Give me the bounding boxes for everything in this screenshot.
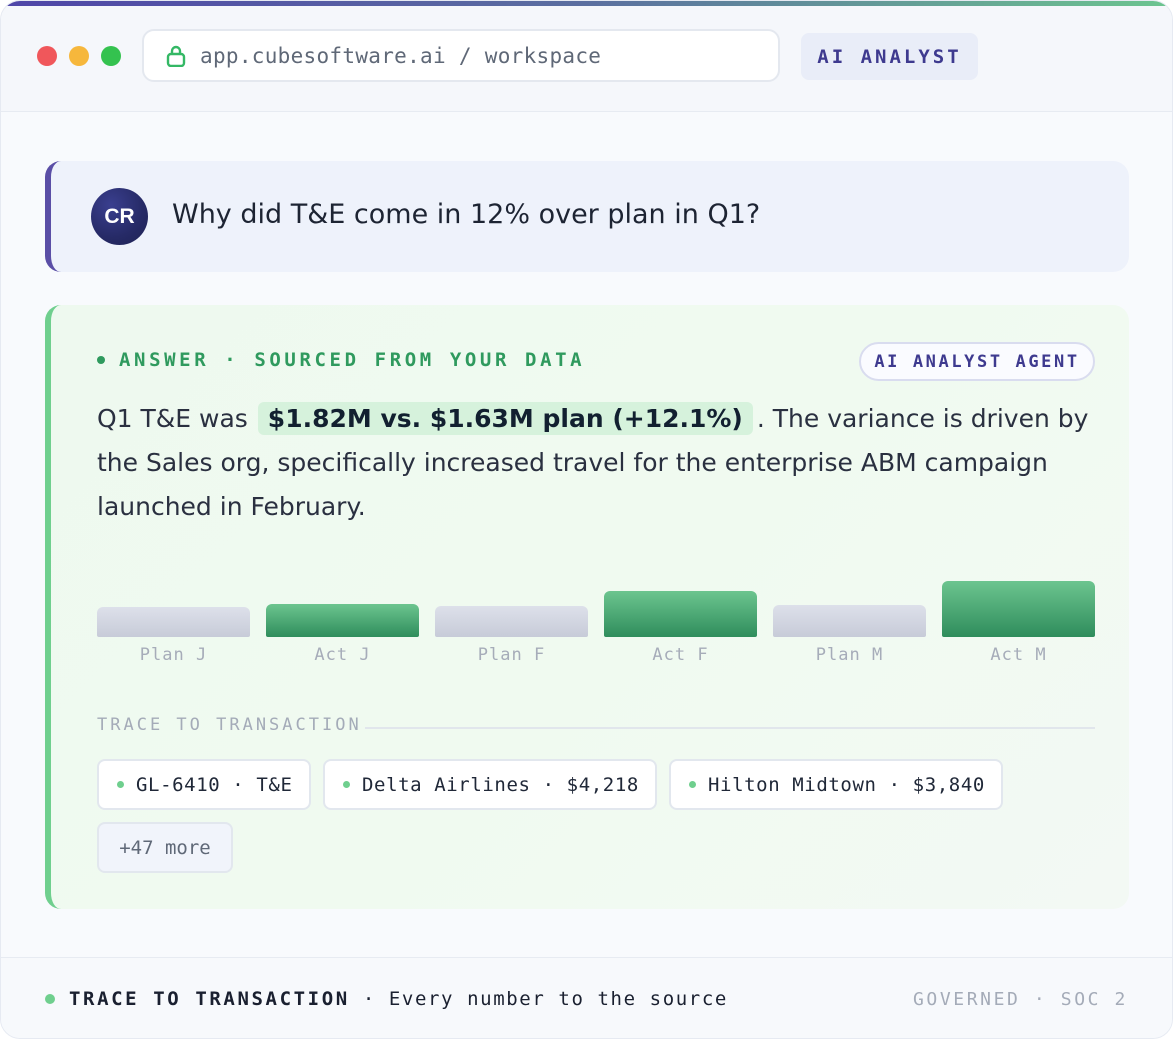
trace-divider — [365, 727, 1095, 729]
chart-bar-act-m — [942, 581, 1095, 637]
answer-text-before: Q1 T&E was — [97, 404, 248, 433]
chart-tick-label: Plan F — [477, 645, 546, 665]
minimize-window-button[interactable] — [69, 46, 89, 66]
chart-tick-label: Plan J — [139, 645, 208, 665]
compliance-label: GOVERNED · SOC 2 — [913, 989, 1128, 1010]
lock-icon — [166, 45, 186, 67]
ai-analyst-badge[interactable]: AI ANALYST — [801, 33, 978, 80]
chart-bar-column — [435, 581, 588, 637]
url-text: app.cubesoftware.ai / workspace — [200, 43, 602, 68]
chart-bar-column — [97, 581, 250, 637]
maximize-window-button[interactable] — [101, 46, 121, 66]
chart-bar-plan-m — [773, 605, 926, 637]
chip-label: GL-6410 · T&E — [136, 773, 293, 796]
chart-bar-plan-j — [97, 607, 250, 637]
plan-vs-actual-chart: Plan J Act J Plan F Act F Plan M Act M — [97, 565, 1095, 675]
chart-tick-label: Plan M — [815, 645, 884, 665]
footer-tagline-rest: · Every number to the source — [349, 988, 728, 1010]
app-window: app.cubesoftware.ai / workspace AI ANALY… — [0, 0, 1173, 1039]
chart-bar-column — [942, 581, 1095, 637]
status-dot-icon — [97, 356, 105, 364]
chart-bar-column — [266, 581, 419, 637]
chart-tick-label: Act M — [990, 645, 1047, 665]
footer-tagline-strong: TRACE TO TRANSACTION — [69, 988, 350, 1010]
trace-heading: TRACE TO TRANSACTION — [97, 715, 362, 735]
footer-dot-icon — [45, 994, 55, 1004]
question-text: Why did T&E come in 12% over plan in Q1? — [172, 199, 761, 230]
title-bar: app.cubesoftware.ai / workspace AI ANALY… — [1, 6, 1172, 112]
answer-label: ANSWER · SOURCED FROM YOUR DATA — [97, 349, 585, 371]
answer-label-text: ANSWER · SOURCED FROM YOUR DATA — [119, 349, 586, 371]
avatar: CR — [91, 188, 148, 245]
chart-bar-plan-f — [435, 606, 588, 637]
close-window-button[interactable] — [37, 46, 57, 66]
chart-tick-label: Act J — [314, 645, 371, 665]
chart-tick-label: Act F — [652, 645, 709, 665]
chart-bar-act-j — [266, 604, 419, 637]
chart-bar-column — [604, 581, 757, 637]
answer-highlight: $1.82M vs. $1.63M plan (+12.1%) — [257, 402, 753, 435]
trace-chip-delta-airlines[interactable]: Delta Airlines · $4,218 — [323, 759, 657, 810]
chip-label: Delta Airlines · $4,218 — [362, 773, 639, 796]
trace-chip-hilton-midtown[interactable]: Hilton Midtown · $3,840 — [669, 759, 1003, 810]
chip-label: Hilton Midtown · $3,840 — [708, 773, 985, 796]
chip-dot-icon — [343, 781, 350, 788]
chip-dot-icon — [117, 781, 124, 788]
chip-dot-icon — [689, 781, 696, 788]
chart-bar-column — [773, 581, 926, 637]
user-question-card: CR Why did T&E come in 12% over plan in … — [45, 161, 1129, 272]
footer-tagline: TRACE TO TRANSACTION · Every number to t… — [45, 988, 728, 1010]
agent-badge: AI ANALYST AGENT — [859, 342, 1095, 381]
more-transactions-button[interactable]: +47 more — [97, 822, 233, 873]
answer-card: ANSWER · SOURCED FROM YOUR DATA AI ANALY… — [45, 305, 1129, 909]
address-bar[interactable]: app.cubesoftware.ai / workspace — [142, 29, 780, 82]
footer: TRACE TO TRANSACTION · Every number to t… — [1, 957, 1172, 1038]
trace-chip-gl-account[interactable]: GL-6410 · T&E — [97, 759, 311, 810]
answer-text: Q1 T&E was $1.82M vs. $1.63M plan (+12.1… — [97, 397, 1097, 529]
chart-bar-act-f — [604, 591, 757, 637]
